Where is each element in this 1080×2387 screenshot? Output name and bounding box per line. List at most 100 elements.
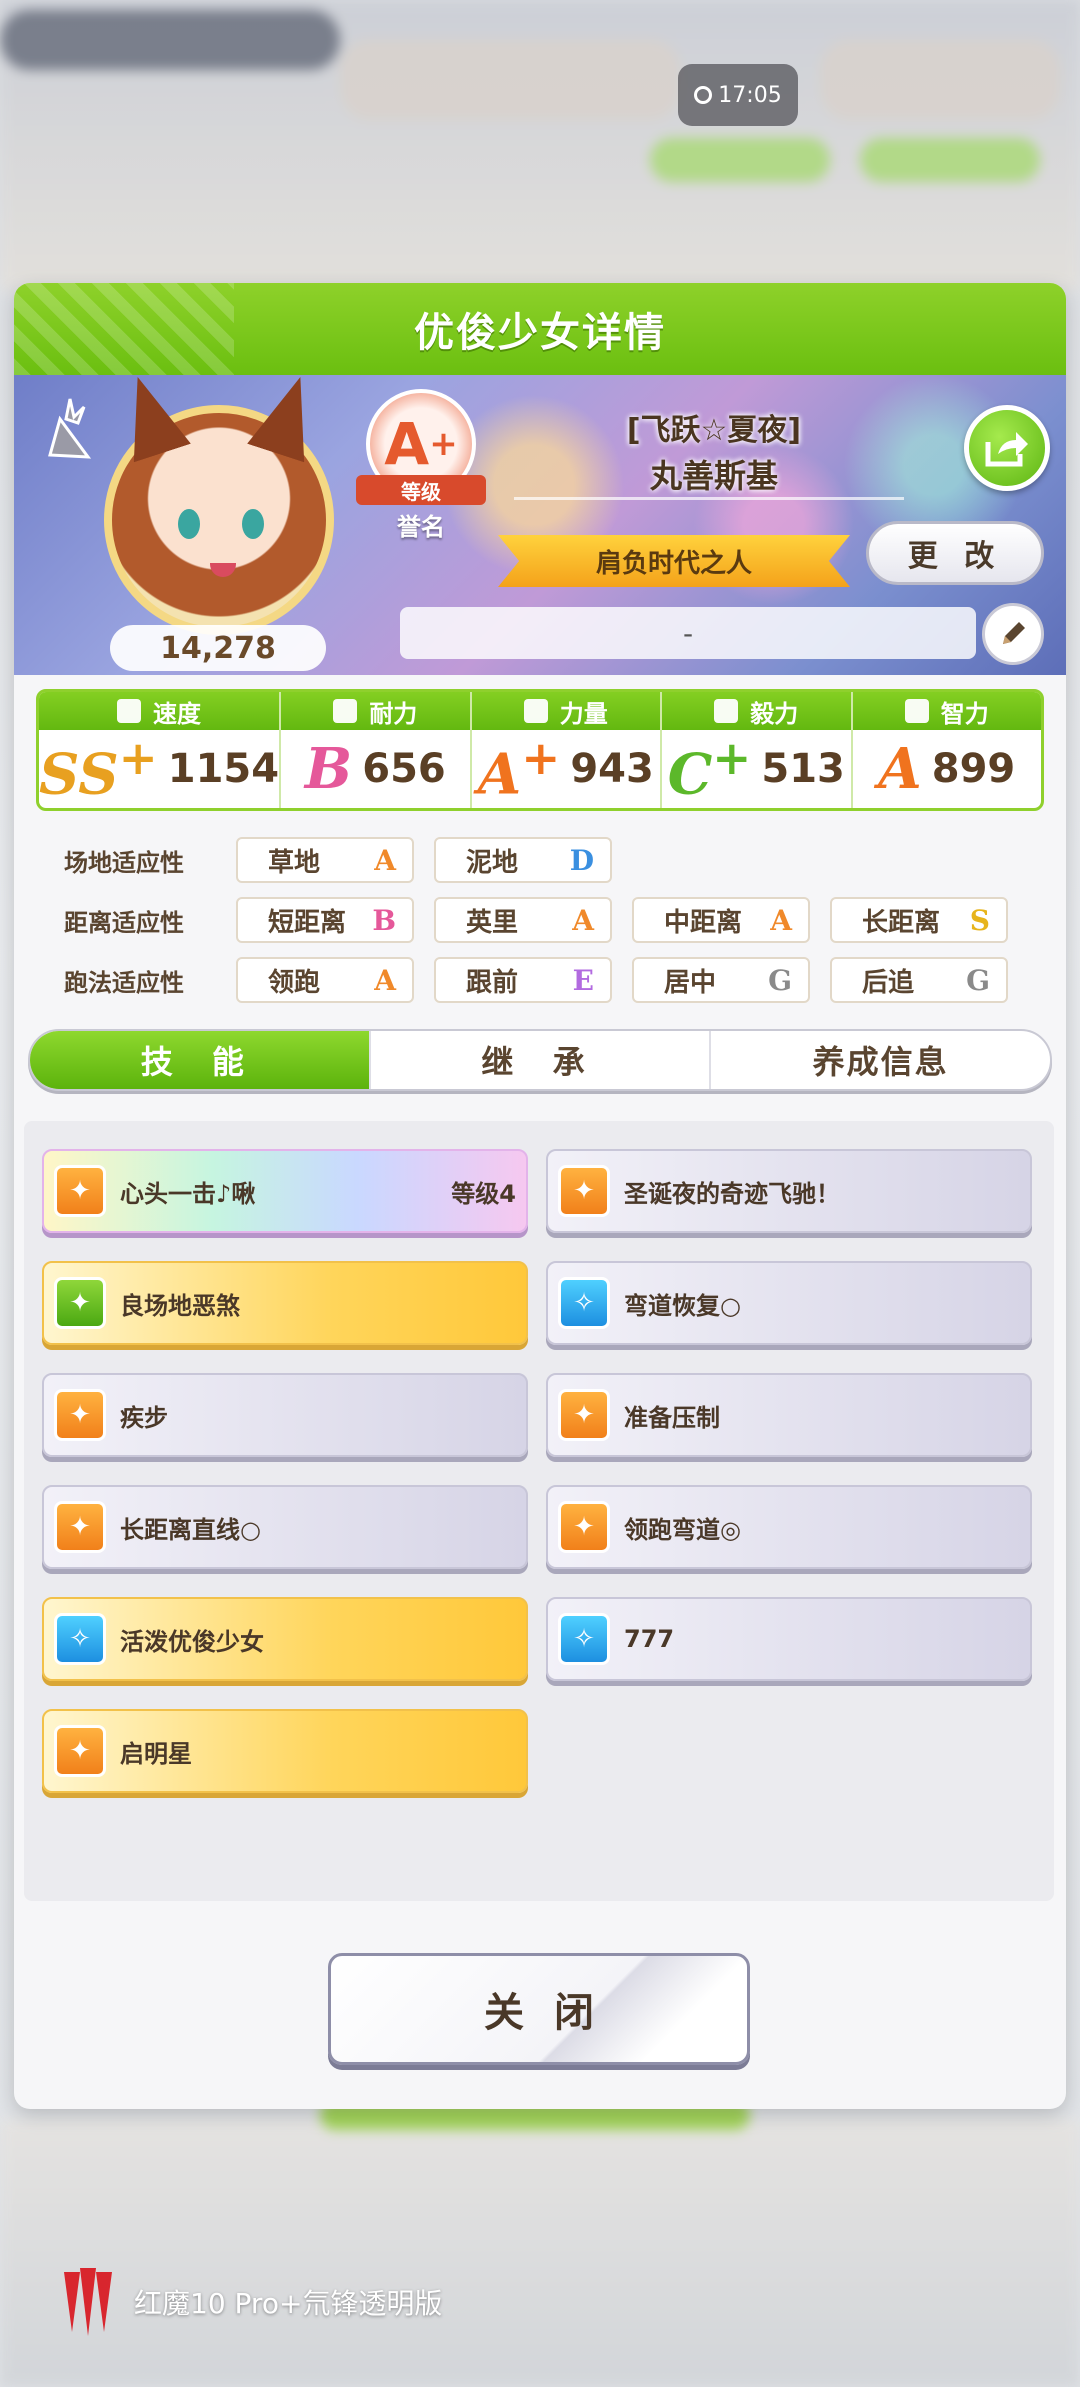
aptitude-cell: 泥地 D [434,837,612,883]
change-title-button[interactable]: 更 改 [866,521,1044,585]
stat-value: 656 [362,746,446,792]
aptitude-row-track: 场地适应性 草地 A 泥地 D [44,837,632,883]
stat-grade-plus: + [521,730,561,786]
skill-item[interactable]: ✦ 长距离直线○ [42,1485,528,1569]
stat-header: 耐力 [281,692,470,730]
sparkle-icon: ✧ [558,1277,610,1329]
background-bar [0,10,340,70]
aptitude-cell: 后追 G [830,957,1008,1003]
tab-training-info[interactable]: 养成信息 [711,1031,1050,1089]
skill-item[interactable]: ✧ 弯道恢复○ [546,1261,1032,1345]
skill-name: 准备压制 [624,1403,720,1432]
skill-name: 弯道恢复○ [624,1291,741,1320]
skill-level: 等级4 [451,1179,516,1208]
tab-skills[interactable]: 技 能 [30,1031,371,1089]
stat-label: 耐力 [369,699,418,728]
aptitude-label: 跑法适应性 [64,968,184,997]
stat-label: 速度 [153,699,202,728]
close-button[interactable]: 关闭 [328,1953,750,2065]
stat-body: A+ 943 [472,730,660,808]
skill-name: 心头一击♪啾 [120,1179,256,1208]
dialog-title: 优俊少女详情 [414,310,666,356]
clock-icon [694,86,713,104]
share-icon [985,432,1028,467]
character-detail-dialog: 优俊少女详情 14,278 A + 等级 誉名 [飞跃☆夏夜] 丸善斯基 肩负时代… [14,283,1066,2109]
skill-item[interactable]: ✧ 777 [546,1597,1032,1681]
device-watermark: 红魔10 Pro+氘锋透明版 [56,2262,442,2342]
edit-comment-button[interactable] [982,603,1044,665]
aptitude-name: 居中 [664,967,717,998]
aptitude-grade: A [770,903,792,937]
aptitude-label: 距离适应性 [64,908,184,937]
portrait-eye [242,509,264,539]
stat-wisdom: 智力 A 899 [852,692,1041,808]
aptitude-name: 领跑 [268,967,321,998]
heart-icon [333,699,358,723]
skill-item[interactable]: ✦ 心头一击♪啾 等级4 [42,1149,528,1233]
skill-item[interactable]: ✦ 圣诞夜的奇迹飞驰！ [546,1149,1032,1233]
skill-item[interactable]: ✦ 领跑弯道◎ [546,1485,1032,1569]
stat-value: 513 [761,746,845,792]
stat-grade-letter: C [667,741,713,808]
watermark-text: 红魔10 Pro+氘锋透明版 [134,2287,443,2320]
skill-name: 启明星 [120,1739,192,1768]
aptitude-grade: S [969,903,990,937]
skill-name: 长距离直线○ [120,1515,261,1544]
aptitude-cell: 长距离 S [830,897,1008,943]
aptitude-name: 草地 [268,847,321,878]
tab-inheritance[interactable]: 继 承 [371,1031,712,1089]
skill-item[interactable]: ✦ 疾步 [42,1373,528,1457]
stat-grade: SS+ [39,731,158,808]
stat-header: 速度 [39,692,280,730]
aptitude-grade: G [966,963,990,997]
sparkle-icon: ✧ [558,1613,610,1665]
clock-time: 17:05 [718,82,782,108]
portrait-mouth [210,563,236,577]
aptitude-name: 后追 [862,967,915,998]
aptitude-grade: G [768,963,792,997]
share-button[interactable] [964,405,1050,491]
skill-item[interactable]: ✧ 活泼优俊少女 [42,1597,528,1681]
skill-item[interactable]: ✦ 良场地恶煞 [42,1261,528,1345]
skill-name: 圣诞夜的奇迹飞驰！ [624,1179,840,1208]
stat-label: 毅力 [750,699,799,728]
aptitude-row-distance: 距离适应性 短距离 B 英里 A 中距离 A 长距离 S [44,897,1028,943]
aptitude-cell: 短距离 B [236,897,414,943]
sprint-icon: ✦ [558,1501,610,1553]
aptitude-cell: 草地 A [236,837,414,883]
stat-header: 毅力 [662,692,851,730]
skill-item[interactable]: ✦ 准备压制 [546,1373,1032,1457]
comment-field: - [400,607,976,659]
stat-grade-letter: A [477,741,522,808]
aptitude-grade: A [374,843,396,877]
stat-grade: C+ [668,731,752,808]
stat-label: 力量 [559,699,608,728]
skill-name: 良场地恶煞 [120,1291,240,1320]
stat-body: C+ 513 [662,730,850,808]
muscle-icon [523,699,548,723]
aptitude-grade: D [569,843,594,877]
aptitude-cell: 居中 G [632,957,810,1003]
skill-item[interactable]: ✦ 启明星 [42,1709,528,1793]
aptitude-cell: 领跑 A [236,957,414,1003]
outfit-name: [飞跃☆夏夜] [626,413,802,448]
character-portrait[interactable] [104,405,334,635]
sprint-icon: ✦ [54,1389,106,1441]
background-bar [820,40,1060,120]
background-bar [340,40,680,120]
rank-grade: A [384,410,430,478]
aptitude-name: 泥地 [466,847,519,878]
stat-header: 力量 [471,692,661,730]
skill-name: 活泼优俊少女 [120,1627,264,1656]
aptitude-row-style: 跑法适应性 领跑 A 跟前 E 居中 G 后追 G [44,957,1028,1003]
detail-tabs: 技 能 继 承 养成信息 [28,1029,1052,1091]
rank-ribbon: 等级 [356,475,486,505]
pencil-icon [1003,622,1025,644]
aptitude-name: 短距离 [268,907,347,938]
flame-icon [714,699,739,723]
aptitude-grade: E [572,963,594,997]
character-title: 肩负时代之人 [498,535,850,587]
stat-grade: A [878,736,922,802]
stat-value: 1154 [167,746,280,792]
stats-panel: 速度 SS+ 1154 耐力 B 656 力量 A+ 943 毅力 C+ 513 智力 … [36,689,1044,811]
